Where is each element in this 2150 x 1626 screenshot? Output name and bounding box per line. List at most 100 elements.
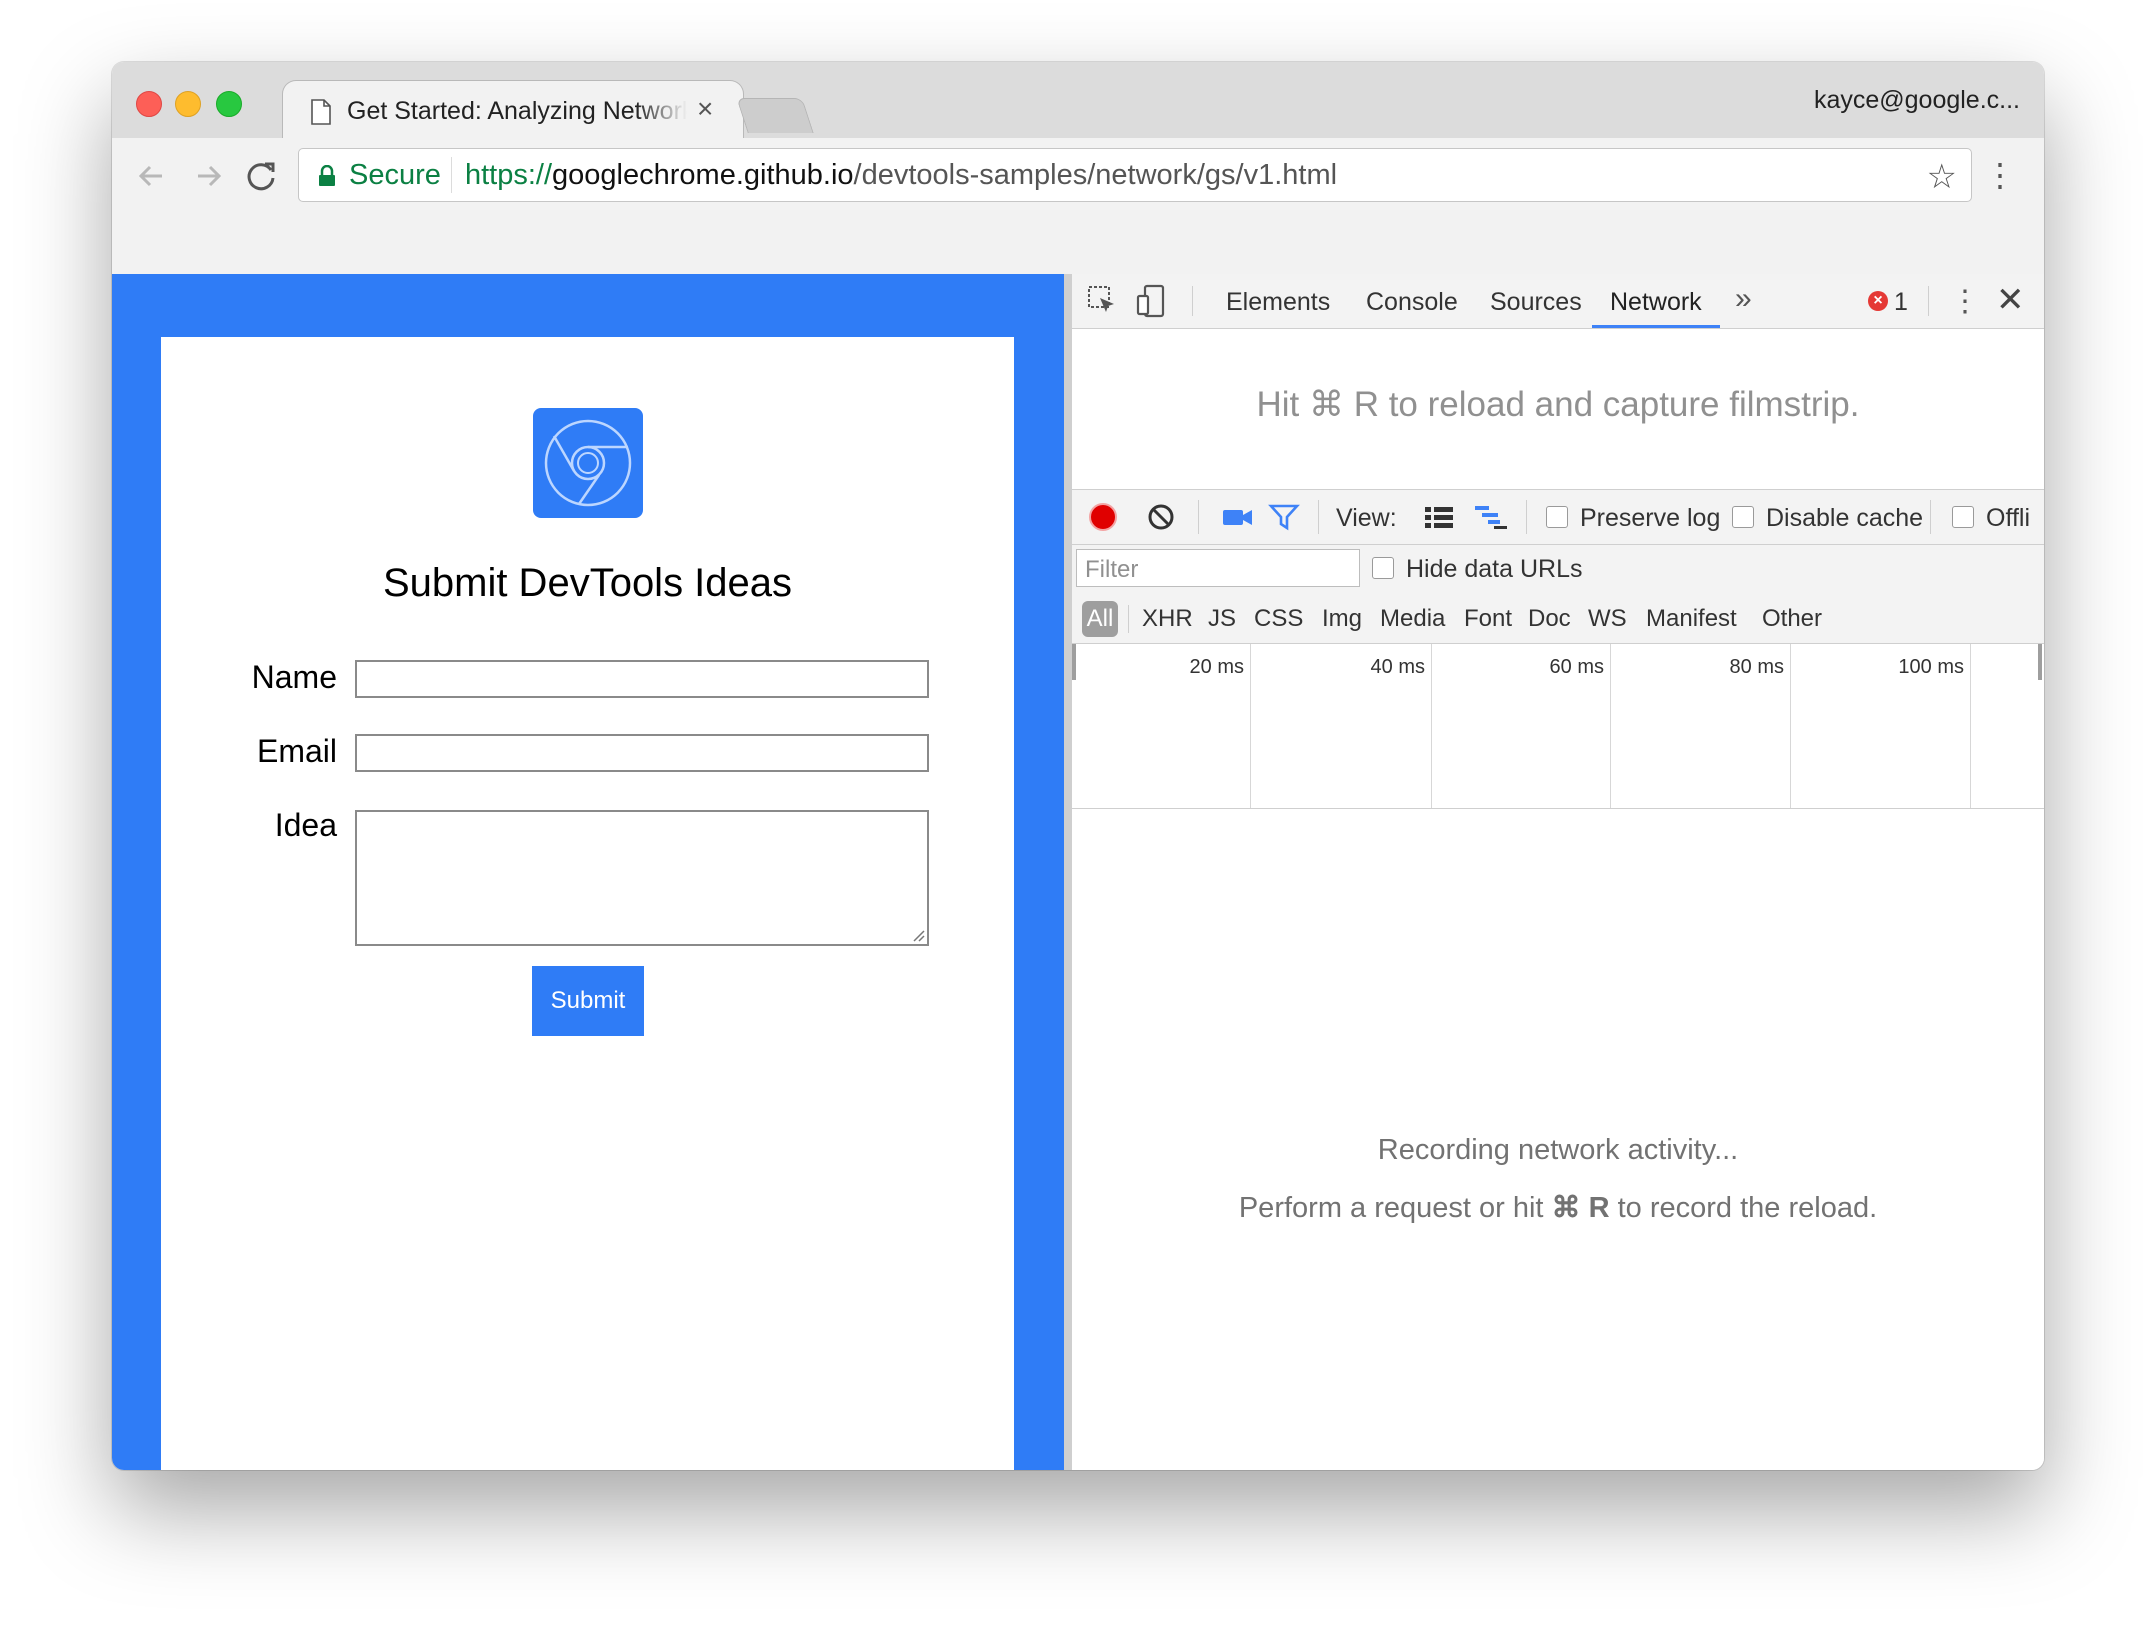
active-tab-indicator xyxy=(1592,325,1720,328)
reload-hint: Perform a request or hit ⌘ R to record t… xyxy=(1072,1190,2044,1225)
more-tabs-icon[interactable]: » xyxy=(1735,282,1752,316)
name-label: Name xyxy=(251,659,337,695)
browser-tab[interactable]: Get Started: Analyzing Network × xyxy=(282,80,744,141)
error-count[interactable]: 1 xyxy=(1894,288,1908,317)
error-icon[interactable]: × xyxy=(1868,291,1888,311)
device-toolbar-icon[interactable] xyxy=(1134,284,1168,318)
tick-line xyxy=(1431,644,1432,808)
disable-cache-checkbox[interactable] xyxy=(1732,506,1754,528)
filter-icon[interactable] xyxy=(1268,502,1300,532)
devtools-panel: Elements Console Sources Network » × 1 ⋮… xyxy=(1064,274,2044,1470)
waterfall-overview-icon[interactable] xyxy=(1474,504,1508,530)
resize-grip-icon[interactable] xyxy=(911,928,925,942)
type-doc-button[interactable]: Doc xyxy=(1528,605,1571,633)
reload-hint-prefix: Perform a request or hit xyxy=(1238,1192,1552,1224)
tick-label: 60 ms xyxy=(1549,656,1604,678)
reload-hint-suffix: to record the reload. xyxy=(1609,1192,1878,1224)
type-all-button[interactable]: All xyxy=(1082,601,1118,637)
reload-icon[interactable] xyxy=(242,156,282,196)
tick-line xyxy=(1790,644,1791,808)
back-arrow-icon[interactable] xyxy=(132,156,172,196)
offline-label[interactable]: Offli xyxy=(1986,504,2030,533)
hide-data-urls-label[interactable]: Hide data URLs xyxy=(1406,555,1582,584)
browser-toolbar: Secure https://googlechrome.github.io/de… xyxy=(112,138,2044,275)
timeline-right-handle[interactable] xyxy=(2038,644,2042,680)
capture-screenshots-icon[interactable] xyxy=(1222,504,1254,530)
clear-icon[interactable] xyxy=(1146,502,1176,532)
large-rows-icon[interactable] xyxy=(1424,504,1454,530)
devtools-tab-bar: Elements Console Sources Network » × 1 ⋮… xyxy=(1072,274,2044,329)
type-manifest-button[interactable]: Manifest xyxy=(1646,605,1737,633)
toolbar-divider xyxy=(1318,500,1319,534)
form-title: Submit DevTools Ideas xyxy=(382,561,793,605)
browser-menu-icon[interactable]: ⋮ xyxy=(1984,156,2016,194)
new-tab-button[interactable] xyxy=(736,98,814,133)
tick-line xyxy=(1610,644,1611,808)
disable-cache-label[interactable]: Disable cache xyxy=(1766,504,1923,533)
tick-label: 40 ms xyxy=(1370,656,1425,678)
toolbar-divider xyxy=(1198,500,1199,534)
submit-button[interactable]: Submit xyxy=(532,966,644,1036)
forward-arrow-icon[interactable] xyxy=(188,156,228,196)
toolbar-divider xyxy=(1192,286,1193,316)
type-media-button[interactable]: Media xyxy=(1380,605,1445,633)
filter-bar: Filter Hide data URLs xyxy=(1072,545,2044,595)
filter-placeholder: Filter xyxy=(1085,556,1139,583)
network-toolbar: View: Preserve log Disable cache Offli xyxy=(1072,490,2044,545)
devtools-menu-icon[interactable]: ⋮ xyxy=(1950,284,1980,319)
toolbar-divider xyxy=(1526,500,1527,534)
lock-icon xyxy=(319,165,335,186)
type-css-button[interactable]: CSS xyxy=(1254,605,1303,633)
preserve-log-checkbox[interactable] xyxy=(1546,506,1568,528)
devtools-close-icon[interactable]: ✕ xyxy=(1996,280,2025,320)
address-bar[interactable]: Secure https://googlechrome.github.io/de… xyxy=(298,148,1972,202)
preserve-log-label[interactable]: Preserve log xyxy=(1580,504,1720,533)
tab-elements[interactable]: Elements xyxy=(1226,288,1330,317)
resource-type-filter: All XHR JS CSS Img Media Font Doc WS Man… xyxy=(1072,595,2044,644)
tab-network[interactable]: Network xyxy=(1610,288,1702,317)
toolbar-divider xyxy=(1928,286,1929,316)
tick-label: 100 ms xyxy=(1898,656,1964,678)
type-js-button[interactable]: JS xyxy=(1208,605,1236,633)
tick-line xyxy=(1250,644,1251,808)
tab-title: Get Started: Analyzing Network xyxy=(347,97,687,125)
email-field[interactable] xyxy=(355,734,929,772)
inspect-element-icon[interactable] xyxy=(1086,284,1120,318)
type-xhr-button[interactable]: XHR xyxy=(1142,605,1193,633)
name-field[interactable] xyxy=(355,660,929,698)
tick-line xyxy=(1970,644,1971,808)
type-divider xyxy=(1128,605,1129,633)
tab-sources[interactable]: Sources xyxy=(1490,288,1582,317)
hide-data-urls-checkbox[interactable] xyxy=(1372,557,1394,579)
email-label: Email xyxy=(256,733,337,769)
url-path: /devtools-samples/network/gs/v1.html xyxy=(853,159,1338,191)
form-card: Submit DevTools Ideas Name Email Idea Su… xyxy=(161,337,1014,1470)
toolbar-divider xyxy=(1930,500,1931,534)
record-icon[interactable] xyxy=(1088,502,1118,532)
filmstrip-message: Hit ⌘ R to reload and capture filmstrip. xyxy=(1256,385,1860,424)
minimize-window-button[interactable] xyxy=(175,91,201,117)
document-icon xyxy=(311,99,331,125)
tick-label: 20 ms xyxy=(1189,656,1244,678)
security-label[interactable]: Secure xyxy=(349,159,441,192)
type-ws-button[interactable]: WS xyxy=(1588,605,1627,633)
star-icon[interactable]: ☆ xyxy=(1927,157,1957,197)
filmstrip-area: Hit ⌘ R to reload and capture filmstrip. xyxy=(1072,329,2044,490)
profile-name[interactable]: kayce@google.c... xyxy=(1814,86,2020,115)
url-text[interactable]: https://googlechrome.github.io/devtools-… xyxy=(465,159,1337,192)
chrome-logo-icon xyxy=(533,408,643,518)
timeline-left-handle[interactable] xyxy=(1072,644,1076,680)
tick-label: 80 ms xyxy=(1729,656,1784,678)
type-other-button[interactable]: Other xyxy=(1762,605,1822,633)
page-viewport: Submit DevTools Ideas Name Email Idea Su… xyxy=(112,274,1064,1470)
zoom-window-button[interactable] xyxy=(216,91,242,117)
idea-textarea[interactable] xyxy=(355,810,929,946)
close-window-button[interactable] xyxy=(136,91,162,117)
tab-close-icon[interactable]: × xyxy=(697,93,713,125)
filter-input[interactable]: Filter xyxy=(1076,549,1360,587)
tab-console[interactable]: Console xyxy=(1366,288,1458,317)
offline-checkbox[interactable] xyxy=(1952,506,1974,528)
type-font-button[interactable]: Font xyxy=(1464,605,1512,633)
network-overview-timeline[interactable]: 20 ms 40 ms 60 ms 80 ms 100 ms xyxy=(1072,644,2044,809)
type-img-button[interactable]: Img xyxy=(1322,605,1362,633)
